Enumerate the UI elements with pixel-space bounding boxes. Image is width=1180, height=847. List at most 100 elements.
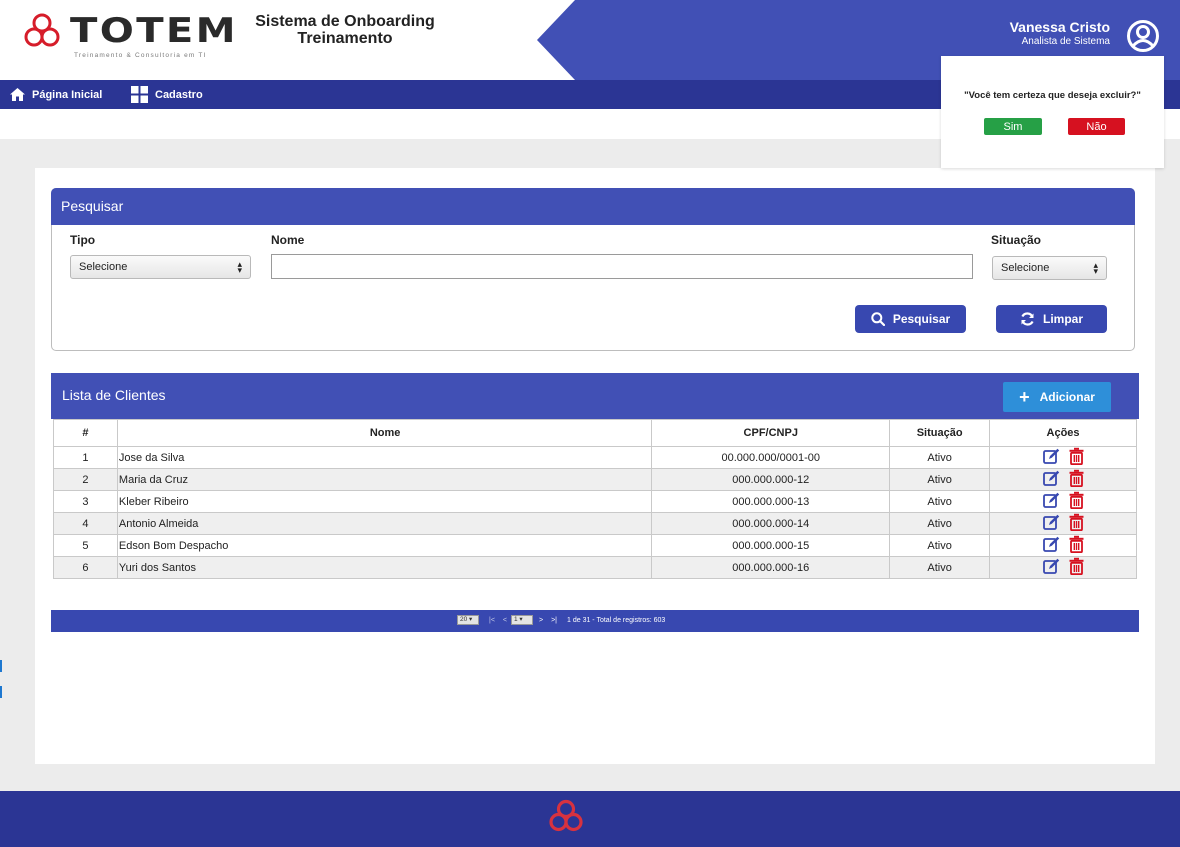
row-actions xyxy=(989,468,1137,491)
logo-wordmark: TOTEM xyxy=(70,11,238,51)
row-actions xyxy=(989,490,1137,513)
row-nome: Maria da Cruz xyxy=(116,468,653,491)
column-header-situacao[interactable]: Situação xyxy=(889,419,991,447)
pagination-summary: 1 de 31 - Total de registros: 603 xyxy=(567,616,666,624)
column-header-number[interactable]: # xyxy=(53,419,118,447)
totem-logo[interactable]: TOTEM Treinamento & Consultoria em TI xyxy=(22,10,252,70)
row-actions xyxy=(989,512,1137,535)
clear-button-label: Limpar xyxy=(1042,312,1083,326)
table-row[interactable]: 5 Edson Bom Despacho 000.000.000-15 Ativo xyxy=(53,534,1137,557)
nav-home[interactable]: Página Inicial xyxy=(10,80,102,109)
row-nome: Edson Bom Despacho xyxy=(116,534,653,557)
edit-icon[interactable] xyxy=(1042,448,1060,468)
refresh-icon xyxy=(1021,312,1034,326)
situacao-select[interactable]: Selecione ▴ ▾ xyxy=(992,256,1107,280)
system-title-line1: Sistema de Onboarding xyxy=(255,13,435,30)
nav-home-label: Página Inicial xyxy=(32,88,103,101)
row-nome: Kleber Ribeiro xyxy=(116,490,653,513)
row-situacao: Ativo xyxy=(889,556,991,579)
row-cpf-cnpj: 000.000.000-15 xyxy=(651,534,891,557)
row-number: 6 xyxy=(53,556,118,579)
row-situacao: Ativo xyxy=(889,446,991,469)
tipo-select[interactable]: Selecione ▴ ▾ xyxy=(70,255,251,279)
edit-icon[interactable] xyxy=(1042,558,1060,578)
row-situacao: Ativo xyxy=(889,490,991,513)
trash-icon[interactable] xyxy=(1069,491,1084,512)
pagination-controls: 20 ▾ |< < 1 ▾ > >| 1 de 31 - Total de re… xyxy=(457,615,665,625)
system-title: Sistema de Onboarding Treinamento xyxy=(250,13,440,47)
search-button[interactable]: Pesquisar xyxy=(855,305,966,333)
search-button-label: Pesquisar xyxy=(892,312,951,326)
footer-logo-icon xyxy=(549,799,583,832)
tipo-select-value: Selecione xyxy=(79,261,128,273)
pagination-bar: 20 ▾ |< < 1 ▾ > >| 1 de 31 - Total de re… xyxy=(51,610,1139,632)
row-actions xyxy=(989,534,1137,557)
table-row[interactable]: 4 Antonio Almeida 000.000.000-14 Ativo xyxy=(53,512,1137,535)
trash-icon[interactable] xyxy=(1069,447,1084,468)
last-page-icon[interactable]: >| xyxy=(551,617,557,624)
first-page-icon[interactable]: |< xyxy=(489,617,495,624)
logo-symbol-icon xyxy=(24,13,60,47)
nome-input[interactable] xyxy=(271,254,973,279)
window-edge-marker xyxy=(0,686,2,698)
trash-icon[interactable] xyxy=(1069,469,1084,490)
user-avatar-icon[interactable] xyxy=(1126,19,1160,53)
add-client-button[interactable]: + Adicionar xyxy=(1003,382,1111,412)
home-icon xyxy=(10,88,25,101)
edit-icon[interactable] xyxy=(1042,492,1060,512)
confirm-message: "Você tem certeza que deseja excluir?" xyxy=(964,90,1141,101)
prev-page-icon[interactable]: < xyxy=(503,617,507,624)
header-arrow-decoration xyxy=(537,0,575,80)
delete-confirm-dialog: "Você tem certeza que deseja excluir?" S… xyxy=(941,56,1164,168)
search-icon xyxy=(871,312,885,326)
row-number: 4 xyxy=(53,512,118,535)
trash-icon[interactable] xyxy=(1069,513,1084,534)
row-situacao: Ativo xyxy=(889,512,991,535)
row-cpf-cnpj: 000.000.000-14 xyxy=(651,512,891,535)
search-panel-title: Pesquisar xyxy=(51,188,1135,225)
plus-icon: + xyxy=(1019,386,1030,407)
confirm-no-button[interactable]: Não xyxy=(1068,118,1125,135)
row-number: 1 xyxy=(53,446,118,469)
column-header-nome[interactable]: Nome xyxy=(116,419,653,447)
confirm-yes-button[interactable]: Sim xyxy=(984,118,1042,135)
app-footer xyxy=(0,791,1180,847)
nav-cadastro-label: Cadastro xyxy=(155,88,203,101)
row-cpf-cnpj: 000.000.000-12 xyxy=(651,468,891,491)
page-size-select[interactable]: 20 ▾ xyxy=(457,615,479,625)
row-nome: Yuri dos Santos xyxy=(116,556,653,579)
trash-icon[interactable] xyxy=(1069,557,1084,578)
grid-icon xyxy=(131,86,148,103)
user-name: Vanessa Cristo xyxy=(1009,19,1110,35)
table-row[interactable]: 1 Jose da Silva 00.000.000/0001-00 Ativo xyxy=(53,446,1137,469)
select-arrows-icon: ▴ ▾ xyxy=(1093,260,1098,276)
edit-icon[interactable] xyxy=(1042,536,1060,556)
row-situacao: Ativo xyxy=(889,534,991,557)
row-cpf-cnpj: 000.000.000-13 xyxy=(651,490,891,513)
row-nome: Jose da Silva xyxy=(116,446,653,469)
client-list-panel: Lista de Clientes + Adicionar # Nome CPF… xyxy=(51,373,1139,632)
row-cpf-cnpj: 000.000.000-16 xyxy=(651,556,891,579)
page-size-value: 20 xyxy=(460,616,468,623)
column-header-cpf-cnpj[interactable]: CPF/CNPJ xyxy=(651,419,891,447)
nav-cadastro[interactable]: Cadastro xyxy=(131,80,203,109)
table-row[interactable]: 2 Maria da Cruz 000.000.000-12 Ativo xyxy=(53,468,1137,491)
row-nome: Antonio Almeida xyxy=(116,512,653,535)
row-number: 2 xyxy=(53,468,118,491)
next-page-icon[interactable]: > xyxy=(539,617,543,624)
table-row[interactable]: 6 Yuri dos Santos 000.000.000-16 Ativo xyxy=(53,556,1137,579)
current-page-select[interactable]: 1 ▾ xyxy=(511,615,533,625)
row-number: 3 xyxy=(53,490,118,513)
table-row[interactable]: 3 Kleber Ribeiro 000.000.000-13 Ativo xyxy=(53,490,1137,513)
edit-icon[interactable] xyxy=(1042,470,1060,490)
clear-button[interactable]: Limpar xyxy=(996,305,1107,333)
column-header-acoes: Ações xyxy=(989,419,1137,447)
client-list-header: Lista de Clientes + Adicionar xyxy=(51,373,1139,419)
client-table: # Nome CPF/CNPJ Situação Ações 1 Jose da … xyxy=(53,419,1137,579)
edit-icon[interactable] xyxy=(1042,514,1060,534)
trash-icon[interactable] xyxy=(1069,535,1084,556)
row-cpf-cnpj: 00.000.000/0001-00 xyxy=(651,446,891,469)
row-actions xyxy=(989,446,1137,469)
select-arrows-icon: ▴ ▾ xyxy=(237,259,242,275)
add-client-button-label: Adicionar xyxy=(1039,390,1095,404)
